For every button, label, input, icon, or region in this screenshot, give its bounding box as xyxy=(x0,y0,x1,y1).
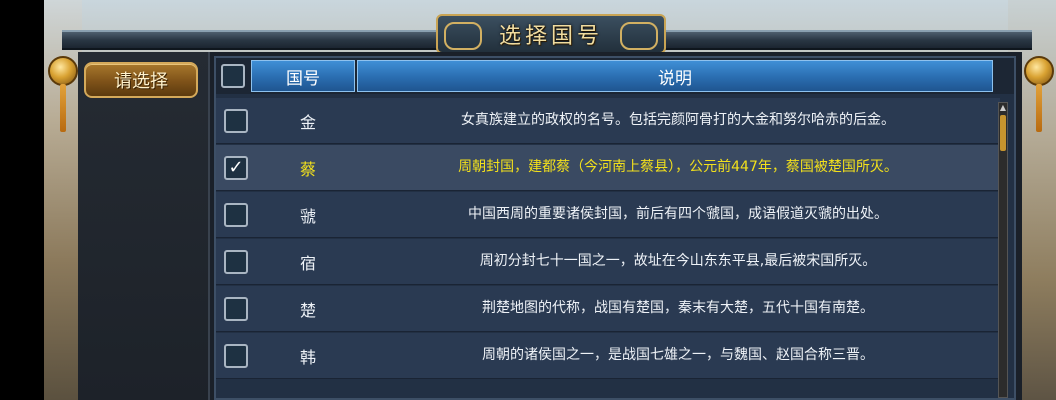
row-checkbox[interactable] xyxy=(224,343,248,368)
nation-name: 楚 xyxy=(299,300,316,320)
nation-description: 周朝封国，建都蔡（今河南上蔡县），公元前447年，蔡国被楚国所灭。 xyxy=(458,159,898,175)
table-row[interactable]: 楚 荆楚地图的代称，战国有楚国，秦末有大楚，五代十国有南楚。 xyxy=(216,286,1000,332)
ornament-left-icon xyxy=(48,56,78,86)
table-row[interactable]: 韩 周朝的诸侯国之一，是战国七雄之一，与魏国、赵国合称三晋。 xyxy=(216,333,1000,379)
row-checkbox[interactable] xyxy=(224,249,248,274)
table-row[interactable]: 虢 中国西周的重要诸侯封国，前后有四个虢国，成语假道灭虢的出处。 xyxy=(216,192,1000,238)
row-checkbox[interactable] xyxy=(224,108,248,133)
table-row[interactable]: 宿 周初分封七十一国之一，故址在今山东东平县,最后被宋国所灭。 xyxy=(216,239,1000,285)
row-checkbox-checked[interactable]: ✓ xyxy=(224,155,248,180)
tassel-right-icon xyxy=(1036,84,1042,132)
select-all-checkbox[interactable] xyxy=(221,64,245,88)
title-plaque: 选择国号 xyxy=(436,14,666,54)
nation-name: 宿 xyxy=(299,253,316,273)
nation-description: 女真族建立的政权的名号。包括完颜阿骨打的大金和努尔哈赤的后金。 xyxy=(461,112,895,128)
column-header-desc[interactable]: 说明 xyxy=(357,60,993,92)
nation-table: 国号 说明 金 女真族建立的政权的名号。包括完颜阿骨打的大金和努尔哈赤的后金。 … xyxy=(214,56,1016,400)
row-checkbox[interactable] xyxy=(224,202,248,227)
column-header-name[interactable]: 国号 xyxy=(251,60,355,92)
nation-name: 金 xyxy=(299,112,316,132)
nation-name: 韩 xyxy=(299,347,316,367)
table-row-selected[interactable]: ✓ 蔡 周朝封国，建都蔡（今河南上蔡县），公元前447年，蔡国被楚国所灭。 xyxy=(216,145,1000,191)
dialog-title: 选择国号 xyxy=(498,24,603,49)
sidebar: 请选择 xyxy=(78,52,210,400)
table-header: 国号 说明 xyxy=(216,58,1014,94)
tassel-left-icon xyxy=(60,84,66,132)
table-row[interactable]: 金 女真族建立的政权的名号。包括完颜阿骨打的大金和努尔哈赤的后金。 xyxy=(216,98,1000,144)
vertical-scrollbar[interactable]: ▲ xyxy=(998,102,1008,398)
table-body: 金 女真族建立的政权的名号。包括完颜阿骨打的大金和努尔哈赤的后金。 ✓ 蔡 周朝… xyxy=(216,98,1000,398)
nation-description: 周初分封七十一国之一，故址在今山东东平县,最后被宋国所灭。 xyxy=(479,253,877,269)
nation-description: 周朝的诸侯国之一，是战国七雄之一，与魏国、赵国合称三晋。 xyxy=(482,347,874,363)
scroll-up-icon[interactable]: ▲ xyxy=(999,103,1007,113)
main-panel: 请选择 国号 说明 金 女真族建立的政权的名号。包括完颜阿骨打的大金和努尔哈赤的… xyxy=(78,52,1022,400)
row-checkbox[interactable] xyxy=(224,296,248,321)
header-check-cell xyxy=(216,58,250,94)
select-button[interactable]: 请选择 xyxy=(84,62,198,98)
nation-name: 蔡 xyxy=(299,159,316,179)
nation-description: 中国西周的重要诸侯封国，前后有四个虢国，成语假道灭虢的出处。 xyxy=(468,206,888,222)
nation-description: 荆楚地图的代称，战国有楚国，秦末有大楚，五代十国有南楚。 xyxy=(482,300,874,316)
left-black-edge xyxy=(0,0,44,400)
select-button-label: 请选择 xyxy=(114,71,168,92)
scroll-thumb[interactable] xyxy=(1000,115,1006,151)
nation-name: 虢 xyxy=(299,206,316,226)
check-mark-icon: ✓ xyxy=(228,156,244,178)
ornament-right-icon xyxy=(1024,56,1054,86)
